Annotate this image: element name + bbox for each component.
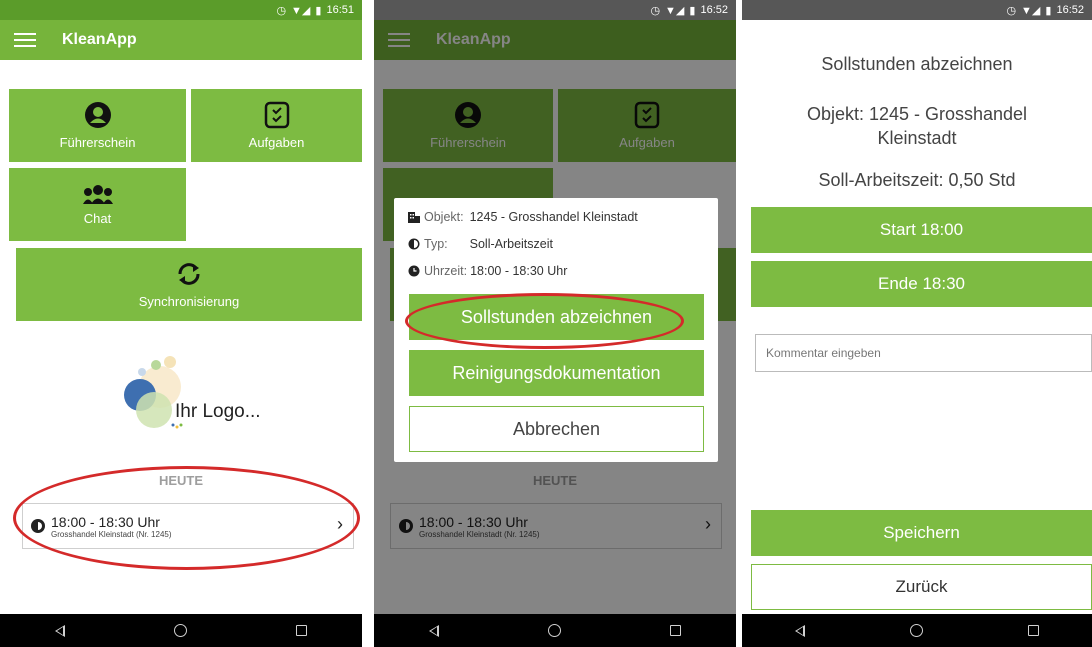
- object-line-1: Objekt: 1245 - Grosshandel: [806, 104, 1028, 124]
- battery-icon: ▮: [315, 4, 322, 17]
- home-icon[interactable]: [547, 624, 561, 637]
- menu-icon[interactable]: [14, 29, 36, 51]
- home-screen: ◷ ▼◢ ▮ 16:51 KleanApp Führerschein Aufga…: [0, 0, 362, 647]
- cancel-button[interactable]: Abbrechen: [409, 406, 704, 452]
- back-icon[interactable]: [428, 624, 439, 637]
- status-time: 16:51: [326, 4, 354, 16]
- tile-chat[interactable]: Chat: [9, 168, 186, 241]
- battery-icon: ▮: [1045, 4, 1052, 17]
- signal-icon: ▼◢: [291, 4, 311, 17]
- dialog-object-value: 1245 - Grosshandel Kleinstadt: [469, 210, 638, 224]
- status-bar: ◷ ▼◢ ▮ 16:52: [742, 0, 1092, 20]
- back-icon[interactable]: [794, 624, 805, 637]
- tile-aufgaben[interactable]: Aufgaben: [191, 89, 362, 162]
- android-nav-bar: [374, 614, 736, 647]
- status-bar: ◷ ▼◢ ▮ 16:52: [374, 0, 736, 20]
- highlight-circle: [405, 293, 684, 349]
- target-time: Soll-Arbeitszeit: 0,50 Std: [818, 170, 1016, 190]
- app-title: KleanApp: [62, 31, 137, 48]
- back-icon[interactable]: [54, 624, 65, 637]
- recent-apps-icon[interactable]: [670, 625, 682, 636]
- dialog-time-label: Uhrzeit:: [424, 264, 468, 278]
- android-nav-bar: [0, 614, 362, 647]
- alarm-icon: ◷: [1006, 4, 1017, 17]
- save-button[interactable]: Speichern: [751, 510, 1092, 556]
- tile-label: Chat: [83, 211, 112, 226]
- tile-label: Synchronisierung: [138, 294, 240, 309]
- company-logo: Ihr Logo...: [100, 355, 270, 440]
- alarm-icon: ◷: [276, 4, 287, 17]
- dialog-object-label: Objekt:: [424, 210, 464, 224]
- dialog-type-label: Typ:: [424, 237, 448, 251]
- tile-fuehrerschein[interactable]: Führerschein: [9, 89, 186, 162]
- group-chat-icon: [82, 185, 113, 204]
- dialog-time-value: 18:00 - 18:30 Uhr: [470, 264, 568, 278]
- highlight-circle: [13, 466, 360, 570]
- logo-text: Ihr Logo...: [175, 401, 261, 422]
- recent-apps-icon[interactable]: [1028, 625, 1040, 636]
- home-icon[interactable]: [909, 624, 923, 637]
- start-time-button[interactable]: Start 18:00: [751, 207, 1092, 253]
- app-bar: KleanApp: [0, 20, 362, 60]
- cleaning-docs-button[interactable]: Reinigungsdokumentation: [409, 350, 704, 396]
- signal-icon: ▼◢: [665, 4, 685, 17]
- comment-input[interactable]: Kommentar eingeben: [755, 334, 1092, 372]
- dialog-object-row: Objekt: 1245 - Grosshandel Kleinstadt: [408, 210, 638, 224]
- end-time-button[interactable]: Ende 18:30: [751, 261, 1092, 307]
- alarm-icon: ◷: [650, 4, 661, 17]
- clipboard-check-icon: [264, 101, 289, 129]
- back-button[interactable]: Zurück: [751, 564, 1092, 610]
- object-info: Objekt: 1245 - Grosshandel Kleinstadt: [742, 102, 1092, 150]
- tile-label: Aufgaben: [248, 135, 305, 150]
- battery-icon: ▮: [689, 4, 696, 17]
- status-time: 16:52: [700, 4, 728, 16]
- tile-sync[interactable]: Synchronisierung: [16, 248, 362, 321]
- signal-icon: ▼◢: [1021, 4, 1041, 17]
- dialog-type-value: Soll-Arbeitszeit: [469, 237, 553, 251]
- object-line-2: Kleinstadt: [877, 128, 957, 148]
- status-bar: ◷ ▼◢ ▮ 16:51: [0, 0, 362, 20]
- android-nav-bar: [742, 614, 1092, 647]
- status-time: 16:52: [1056, 4, 1084, 16]
- tile-label: Führerschein: [59, 135, 136, 150]
- dialog-time-row: Uhrzeit: 18:00 - 18:30 Uhr: [408, 264, 567, 278]
- home-screen-dialog: ◷ ▼◢ ▮ 16:52 KleanApp Führerschein Aufga…: [374, 0, 736, 647]
- page-title: Sollstunden abzeichnen: [821, 54, 1013, 74]
- person-icon: [84, 102, 111, 128]
- half-clock-icon: [408, 238, 420, 250]
- home-icon[interactable]: [173, 624, 187, 637]
- sync-icon: [178, 263, 200, 285]
- building-icon: [408, 212, 420, 223]
- sign-hours-screen: ◷ ▼◢ ▮ 16:52 Sollstunden abzeichnen Obje…: [742, 0, 1092, 647]
- clock-icon: [408, 265, 420, 277]
- recent-apps-icon[interactable]: [296, 625, 308, 636]
- dialog-type-row: Typ: Soll-Arbeitszeit: [408, 237, 553, 251]
